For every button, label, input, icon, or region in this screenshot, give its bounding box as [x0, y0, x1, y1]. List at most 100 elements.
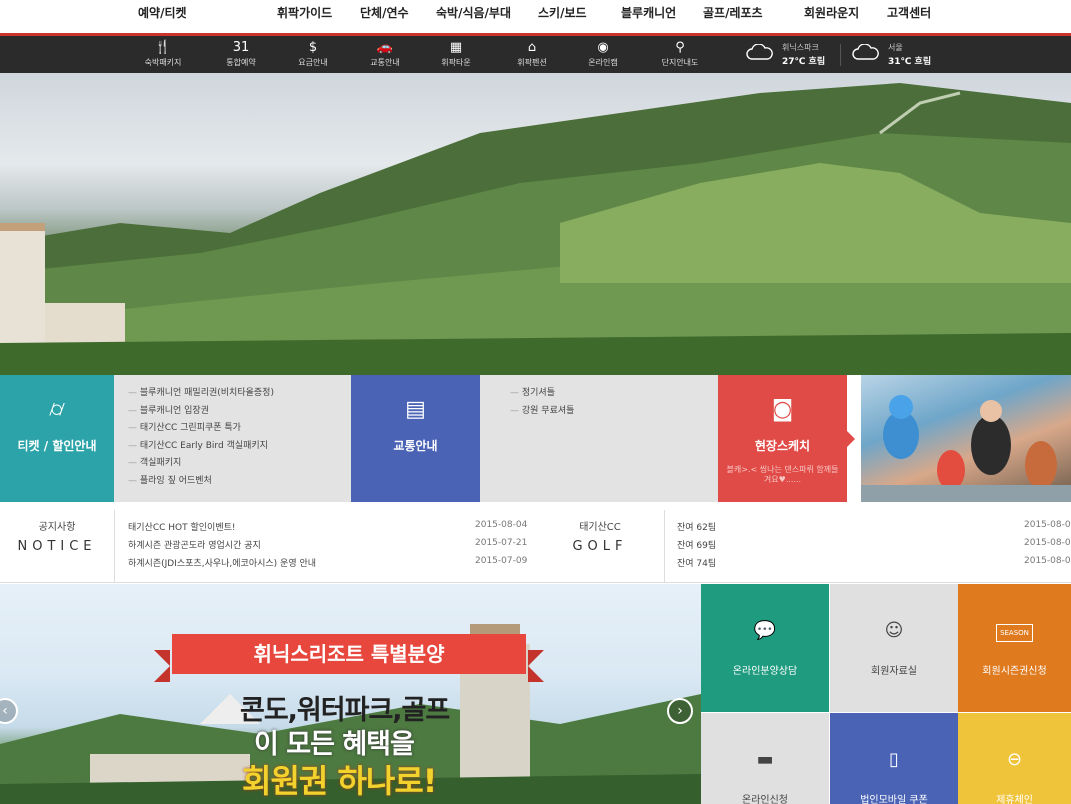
quick-label: 숙박패키지 — [144, 58, 182, 67]
quick-traffic[interactable]: 🚗 교통안내 — [350, 39, 420, 69]
list-item[interactable]: 플라잉 짚 어드벤처 — [128, 473, 351, 491]
member-resources-tile[interactable]: ☺ 회원자료실 — [830, 584, 958, 712]
weather-place: 서울 — [888, 43, 903, 52]
quick-pricing[interactable]: $ 요금안내 — [278, 39, 348, 69]
nav-member-lounge[interactable]: 회원라운지 — [804, 4, 859, 21]
divider — [664, 510, 665, 582]
season-pass-tile[interactable]: SEASON 회원시즌권신청 — [958, 584, 1071, 712]
price-icon: $ — [308, 40, 318, 55]
arrow-icon — [847, 431, 855, 447]
tag-icon: ⌭ — [49, 397, 65, 422]
golf-row[interactable]: 잔여 74팀 2015-08-0 — [677, 556, 1071, 569]
list-item[interactable]: 강원 무료셔틀 — [510, 403, 718, 421]
nav-lodging-dining[interactable]: 숙박/식음/부대 — [436, 4, 511, 21]
quick-tiles-row: ⌭ 티켓 / 할인안내 블루캐니언 패밀리권(비치타올증정) 블루캐니언 입장권… — [0, 375, 1071, 502]
ribbon-tail-right — [528, 650, 544, 682]
ribbon-tail-left — [154, 650, 170, 682]
notice-date: 2015-07-09 — [475, 556, 528, 566]
golf-date: 2015-08-0 — [1024, 520, 1071, 530]
list-item[interactable]: 블루캐니언 입장권 — [128, 403, 351, 421]
quick-label: 휘팍펜션 — [517, 58, 547, 67]
list-item[interactable]: 블루캐니언 패밀리권(비치타올증정) — [128, 385, 351, 403]
tile-label: 티켓 / 할인안내 — [17, 439, 97, 453]
notice-title: 하계시즌(JDI스포츠,사우나,에코아시스) 운영 안내 — [128, 559, 317, 569]
car-icon: 🚗 — [376, 40, 394, 55]
list-item[interactable]: 정기셔틀 — [510, 385, 718, 403]
promo-ribbon: 휘닉스리조트 특별분양 — [172, 634, 526, 674]
tile-label: 제휴체인 — [996, 795, 1033, 804]
next-slide-button[interactable]: › — [667, 698, 693, 724]
sketch-photo[interactable] — [861, 375, 1071, 502]
quick-site-map[interactable]: ⚲ 단지안내도 — [645, 39, 715, 69]
site-sketch-tile[interactable]: ◙ 현장스케치 블캐>.< 씽나는 댄스파뤼 함께들겨요♥...... — [718, 375, 855, 502]
nav-golf-leisure[interactable]: 골프/레포츠 — [703, 4, 763, 21]
weather-divider — [840, 44, 841, 66]
golf-heading[interactable]: 태기산CC GOLF — [540, 518, 660, 554]
quick-pension[interactable]: ⌂ 휘팍펜션 — [497, 39, 567, 69]
nav-customer-center[interactable]: 고객센터 — [887, 4, 931, 21]
sketch-caption: 블캐>.< 씽나는 댄스파뤼 함께들겨요♥...... — [726, 465, 839, 484]
list-item[interactable]: 태기산CC Early Bird 객실패키지 — [128, 438, 351, 456]
notice-title: 태기산CC HOT 할인이벤트! — [128, 523, 236, 533]
list-item[interactable]: 태기산CC 그린피쿠폰 특가 — [128, 420, 351, 438]
golf-row[interactable]: 잔여 69팀 2015-08-0 — [677, 538, 1071, 551]
notice-title: 하계시즌 관광곤도라 영업시간 공지 — [128, 541, 261, 551]
camera-icon: ◉ — [597, 40, 609, 55]
list-item[interactable]: 객실패키지 — [128, 455, 351, 473]
nav-park-guide[interactable]: 휘팍가이드 — [277, 4, 332, 21]
online-sales-consult-tile[interactable]: 💬 온라인분양상담 — [701, 584, 829, 712]
season-ticket-icon: SEASON — [996, 624, 1033, 642]
partner-chain-tile[interactable]: ⊖ 제휴체인 — [958, 713, 1071, 804]
ticket-discount-tile[interactable]: ⌭ 티켓 / 할인안내 — [0, 375, 122, 502]
weather-value: 31℃ 흐림 — [888, 57, 932, 67]
notice-row[interactable]: 태기산CC HOT 할인이벤트! 2015-08-04 — [128, 520, 528, 533]
quick-town[interactable]: ▦ 휘팍타운 — [421, 39, 491, 69]
golf-remaining: 잔여 69팀 — [677, 541, 717, 551]
golf-remaining: 잔여 62팀 — [677, 523, 717, 533]
golf-remaining: 잔여 74팀 — [677, 559, 717, 569]
quick-label: 휘팍타운 — [441, 58, 471, 67]
notice-strip: 공지사항 NOTICE 태기산CC HOT 할인이벤트! 2015-08-04 … — [0, 502, 1071, 583]
quick-menu-bar: 🍴 숙박패키지 31 통합예약 $ 요금안내 🚗 교통안내 ▦ 휘팍타운 ⌂ 휘… — [0, 33, 1071, 73]
quick-integrated-booking[interactable]: 31 통합예약 — [206, 39, 276, 69]
hero-banner-image[interactable] — [0, 73, 1071, 375]
camera-icon: ◙ — [771, 397, 794, 422]
traffic-list: 정기셔틀 강원 무료셔틀 — [480, 375, 718, 502]
membership-promo-banner[interactable]: 휘닉스리조트 특별분양 콘도,워터파크,골프 이 모든 혜택을 회원권 하나로!… — [0, 584, 701, 804]
notice-heading[interactable]: 공지사항 NOTICE — [0, 518, 114, 554]
quick-label: 단지안내도 — [661, 58, 699, 67]
promo-line-3: 회원권 하나로! — [242, 762, 437, 800]
divider — [114, 510, 115, 582]
chat-icon: 💬 — [753, 620, 777, 641]
golf-date: 2015-08-0 — [1024, 556, 1071, 566]
town-icon: ▦ — [449, 40, 463, 55]
nav-reservation-ticket[interactable]: 예약/티켓 — [138, 4, 187, 21]
calendar-icon: 31 — [232, 40, 250, 55]
chain-icon: ⊖ — [1006, 749, 1023, 770]
corporate-mobile-coupon-tile[interactable]: ▯ 법인모바일 쿠폰 — [830, 713, 958, 804]
golf-title-ko: 태기산CC — [579, 522, 621, 533]
mobile-icon: ▯ — [889, 749, 899, 770]
cloud-icon — [852, 44, 879, 60]
golf-row[interactable]: 잔여 62팀 2015-08-0 — [677, 520, 1071, 533]
golf-date: 2015-08-0 — [1024, 538, 1071, 548]
traffic-tile[interactable]: ▤ 교통안내 — [351, 375, 488, 502]
tile-label: 온라인신청 — [742, 795, 788, 804]
card-icon: ▬ — [756, 749, 774, 770]
notice-row[interactable]: 하계시즌(JDI스포츠,사우나,에코아시스) 운영 안내 2015-07-09 — [128, 556, 528, 569]
weather-value: 27℃ 흐림 — [782, 57, 826, 67]
notice-row[interactable]: 하계시즌 관광곤도라 영업시간 공지 2015-07-21 — [128, 538, 528, 551]
nav-group-training[interactable]: 단체/연수 — [360, 4, 409, 21]
map-pin-icon: ⚲ — [675, 40, 685, 55]
weather-place: 휘닉스파크 — [782, 43, 819, 52]
quick-online-cam[interactable]: ◉ 온라인캠 — [568, 39, 638, 69]
online-application-tile[interactable]: ▬ 온라인신청 — [701, 713, 829, 804]
quick-label: 온라인캠 — [588, 58, 618, 67]
nav-ski-board[interactable]: 스키/보드 — [538, 4, 587, 21]
house-icon: ⌂ — [527, 40, 537, 55]
tile-label: 교통안내 — [393, 439, 438, 453]
quick-package[interactable]: 🍴 숙박패키지 — [128, 39, 198, 69]
tile-label: 회원자료실 — [871, 666, 917, 677]
member-service-grid: 💬 온라인분양상담 ☺ 회원자료실 SEASON 회원시즌권신청 ▬ 온라인신청… — [701, 584, 1071, 804]
nav-blue-canyon[interactable]: 블루캐니언 — [621, 4, 676, 21]
